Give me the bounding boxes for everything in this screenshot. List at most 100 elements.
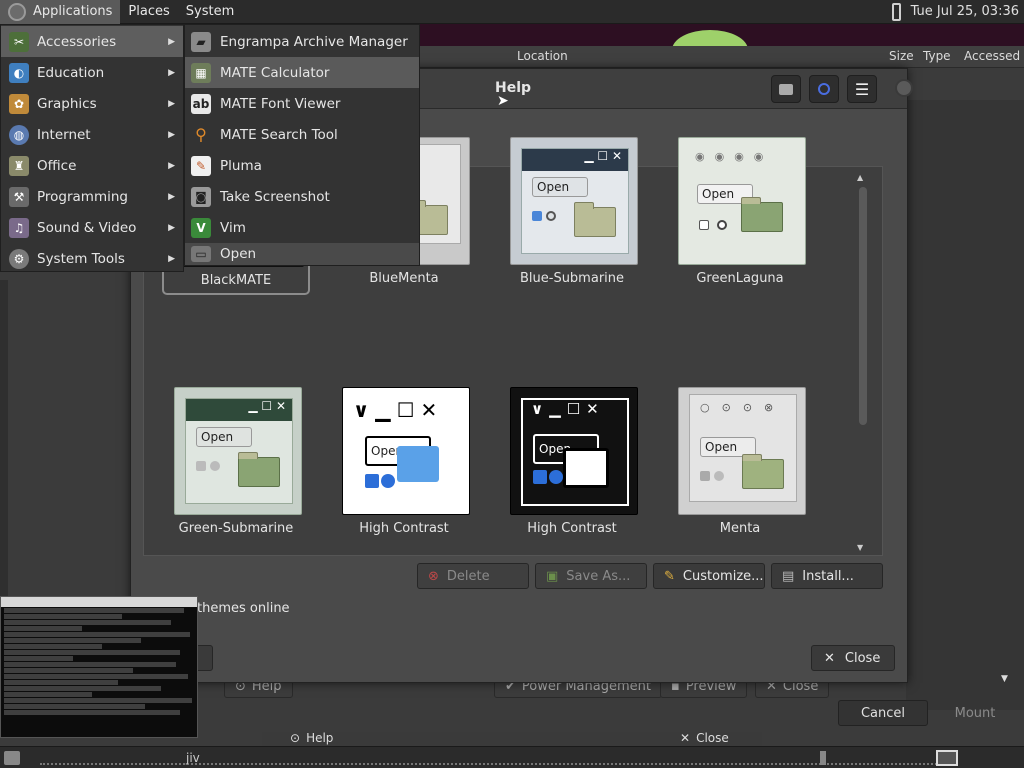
search-tool-icon: ⚲ [195,125,207,144]
search-icon [818,83,830,95]
radio-icon [717,220,727,230]
internet-icon: ◍ [9,124,29,145]
titlebar-preview: ▁ ☐ ✕ [186,399,292,421]
applications-menu-button[interactable]: Applications [0,0,121,24]
applications-menu: ✂ Accessories ▶ ◐ Education ▶ ✿ Graphics ▶ … [0,24,184,272]
install-button[interactable]: ▤ Install... [771,563,883,589]
menu-item-pluma[interactable]: ✎ Pluma [185,150,419,181]
theme-list-scrollbar[interactable]: ▲ ▼ [857,173,869,553]
search-button[interactable] [809,75,839,103]
theme-tile-green-submarine[interactable]: ▁ ☐ ✕ Open Green-Submarine [162,377,310,545]
close-button-lower[interactable]: ✕ Close [680,729,729,747]
show-desktop-icon[interactable] [4,749,20,767]
graphics-icon: ✿ [9,93,29,114]
menu-item-search-tool[interactable]: ⚲ MATE Search Tool [185,119,419,150]
archive-icon: ▰ [191,31,211,52]
theme-tile-high-contrast-inverse[interactable]: ∨▁☐✕ Open High Contrast [498,377,646,545]
taskbar-indicator[interactable] [820,749,826,767]
submenu-arrow-icon: ▶ [168,191,175,202]
workspace-switcher-icon[interactable] [936,749,958,767]
scroll-thumb[interactable] [859,187,867,425]
column-size[interactable]: Size [889,49,914,63]
submenu-arrow-icon: ▶ [168,129,175,140]
radio-icon [381,474,395,488]
places-menu-button[interactable]: Places [120,0,177,24]
menu-item-open[interactable]: ▭ Open [185,243,419,265]
calculator-icon: ▦ [191,62,211,83]
system-menu-button[interactable]: System [178,0,242,24]
mount-button[interactable]: Mount [930,700,1020,726]
folder-icon [574,202,616,237]
titlebar-preview: ▁ ☐ ✕ [522,149,628,171]
theme-name: High Contrast [527,521,617,536]
theme-tile-menta[interactable]: ○⊙⊙⊗ Open Menta [666,377,814,545]
help-button-lower[interactable]: ⊙ Help [290,729,333,747]
menu-item-take-screenshot[interactable]: ◙ Take Screenshot [185,181,419,212]
terminal-preview[interactable] [0,596,198,738]
menu-item-education[interactable]: ◐ Education ▶ [1,57,183,88]
radio-icon [546,211,556,221]
mouse-pointer-icon: ➤ [497,93,509,109]
radio-icon [714,471,724,481]
lower-window-strip: ⊙ Help ✕ Close [262,729,762,747]
menu-item-graphics[interactable]: ✿ Graphics ▶ [1,88,183,119]
minimize-icon[interactable] [895,79,913,97]
close-button[interactable]: ✕ Close [811,645,895,671]
submenu-arrow-icon: ▶ [168,253,175,264]
hamburger-icon: ☰ [854,79,870,99]
bottom-panel: jiv [0,746,1024,768]
submenu-arrow-icon: ▶ [168,222,175,233]
menu-item-sound-video[interactable]: ♫ Sound & Video ▶ [1,212,183,243]
submenu-arrow-icon: ▶ [168,36,175,47]
theme-tile-greenlaguna[interactable]: ◉◉◉◉ Open GreenLaguna [666,127,814,295]
scroll-down-icon[interactable]: ▼ [857,543,863,552]
folder-icon [397,446,439,482]
menu-item-engrampa[interactable]: ▰ Engrampa Archive Manager [185,26,419,57]
help-icon: ⊙ [290,731,301,745]
delete-button[interactable]: ⊗ Delete [417,563,529,589]
menu-item-vim[interactable]: V Vim [185,212,419,243]
menu-item-programming[interactable]: ⚒ Programming ▶ [1,181,183,212]
open-button-preview: Open [196,427,252,447]
column-accessed[interactable]: Accessed [964,49,1020,63]
window-buttons-preview: ∨▁☐✕ [531,400,605,418]
programming-icon: ⚒ [9,186,29,207]
submenu-arrow-icon: ▶ [168,67,175,78]
save-as-button[interactable]: ▣ Save As... [535,563,647,589]
theme-name: Blue-Submarine [519,271,625,286]
submenu-arrow-icon: ▶ [168,160,175,171]
menu-item-office[interactable]: ♜ Office ▶ [1,150,183,181]
theme-tile-high-contrast[interactable]: ∨▁☐✕ Open High Contrast [330,377,478,545]
folder-icon [742,454,784,489]
customize-button[interactable]: ✎ Customize... [653,563,765,589]
taskbar-item[interactable]: jiv [186,749,200,767]
sound-video-icon: ♫ [9,217,29,238]
dropdown-arrow-icon[interactable]: ▼ [1001,674,1008,684]
column-type[interactable]: Type [923,49,951,63]
install-icon: ▤ [782,568,795,584]
menu-item-accessories[interactable]: ✂ Accessories ▶ [1,26,183,57]
clock[interactable]: Tue Jul 25, 03:36 [911,4,1024,19]
folder-icon [779,83,793,95]
folder-view-button[interactable] [771,75,801,103]
themes-online-link[interactable]: themes online [197,601,290,616]
theme-name: BlueMenta [369,271,439,286]
theme-name: Menta [719,521,761,536]
menu-item-font-viewer[interactable]: ab MATE Font Viewer [185,88,419,119]
menu-item-mate-calculator[interactable]: ▦ MATE Calculator [185,57,419,88]
theme-tile-blue-submarine[interactable]: ▁ ☐ ✕ Open Blue-Submarine [498,127,646,295]
theme-name: High Contrast [359,521,449,536]
cancel-button[interactable]: Cancel [838,700,928,726]
battery-icon[interactable] [891,2,901,21]
radio-icon [549,470,563,484]
column-location[interactable]: Location [517,49,568,63]
checkbox-icon [699,220,709,230]
system-tools-icon: ⚙ [9,248,29,269]
menu-item-system-tools[interactable]: ⚙ System Tools ▶ [1,243,183,274]
menu-item-internet[interactable]: ◍ Internet ▶ [1,119,183,150]
menu-button[interactable]: ☰ [847,75,877,103]
folder-icon [741,197,783,232]
taskbar-separator [40,763,940,765]
theme-preview: ▁ ☐ ✕ Open [510,137,638,265]
scroll-up-icon[interactable]: ▲ [857,173,863,182]
